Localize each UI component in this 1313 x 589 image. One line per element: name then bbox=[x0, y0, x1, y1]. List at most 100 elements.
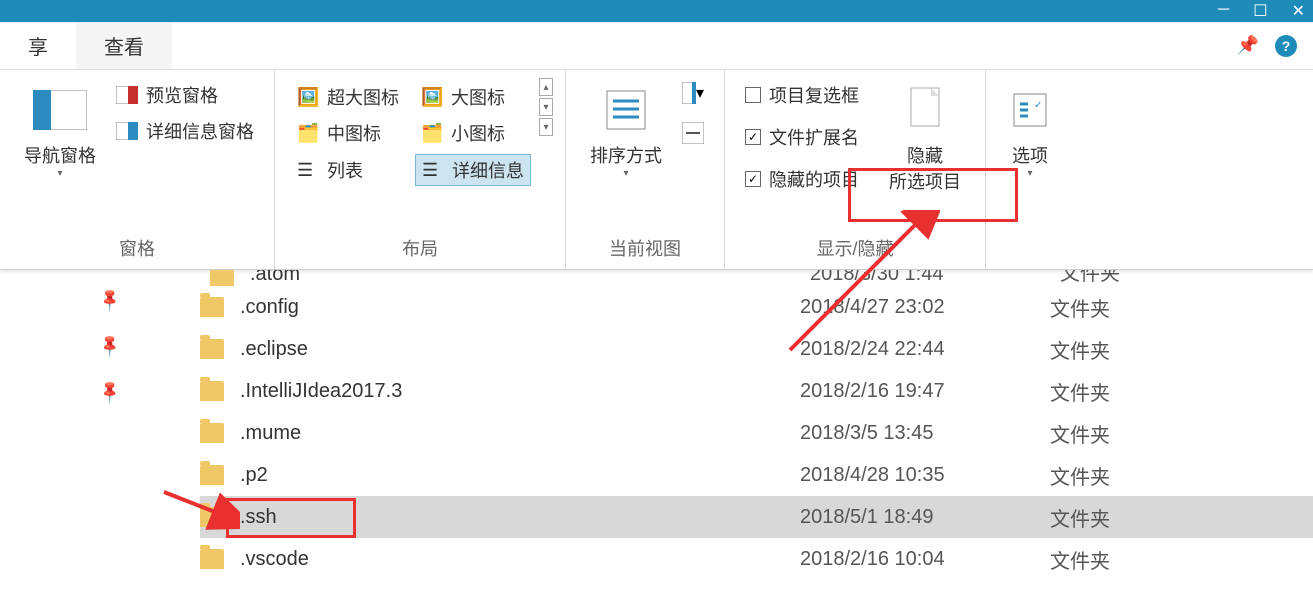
file-row[interactable]: .ssh2018/5/1 18:49文件夹 bbox=[200, 496, 1313, 538]
file-row[interactable]: .mume2018/3/5 13:45文件夹 bbox=[200, 412, 1313, 454]
file-row[interactable]: .IntelliJIdea2017.32018/2/16 19:47文件夹 bbox=[200, 370, 1313, 412]
file-date: 2018/4/28 10:35 bbox=[800, 464, 1050, 487]
ribbon-group-show-hide: 项目复选框 文件扩展名 隐藏的项目 隐藏 所选项目 显示/隐藏 bbox=[725, 70, 986, 269]
file-row[interactable]: .eclipse2018/2/24 22:44文件夹 bbox=[200, 328, 1313, 370]
layout-list[interactable]: ☰列表 bbox=[291, 154, 405, 186]
sort-by-icon bbox=[603, 82, 649, 138]
layout-scroll-up-icon[interactable]: ▴ bbox=[539, 78, 553, 96]
preview-pane-icon bbox=[116, 84, 138, 106]
file-type: 文件夹 bbox=[1060, 270, 1120, 286]
file-date: 2018/3/5 13:45 bbox=[800, 422, 1050, 445]
hide-selected-icon bbox=[905, 82, 945, 138]
file-extensions-toggle[interactable]: 文件扩展名 bbox=[745, 124, 859, 150]
layout-expand-icon[interactable]: ▾ bbox=[539, 118, 553, 136]
file-name: .atom bbox=[250, 270, 810, 286]
folder-icon bbox=[200, 549, 224, 569]
layout-scroll-down-icon[interactable]: ▾ bbox=[539, 98, 553, 116]
hidden-items-toggle[interactable]: 隐藏的项目 bbox=[745, 166, 859, 192]
layout-small-icons[interactable]: 🗂️小图标 bbox=[415, 118, 531, 148]
layout-scroll: ▴ ▾ ▾ bbox=[539, 78, 553, 136]
ribbon-group-label-current: 当前视图 bbox=[578, 227, 712, 269]
navigation-pane-icon bbox=[33, 82, 87, 138]
xl-icons-icon: 🖼️ bbox=[297, 87, 321, 107]
options-button[interactable]: ✓ 选项 ▾ bbox=[998, 78, 1062, 183]
help-icon[interactable]: ? bbox=[1275, 35, 1297, 57]
file-type: 文件夹 bbox=[1050, 293, 1110, 322]
tab-share[interactable]: 享 bbox=[0, 22, 76, 69]
ribbon-group-current-view: 排序方式 ▾ ▾ 当前视图 bbox=[566, 70, 725, 269]
pin-ribbon-icon[interactable]: 📌 bbox=[1237, 35, 1259, 56]
navigation-pane-button[interactable]: 导航窗格 ▾ bbox=[12, 78, 108, 183]
ribbon-group-label-panes: 窗格 bbox=[12, 227, 262, 269]
ribbon-group-panes: 导航窗格 ▾ 预览窗格 详细信息窗格 窗格 bbox=[0, 70, 275, 269]
quick-access-pins: 📌 📌 📌 bbox=[100, 270, 120, 402]
file-type: 文件夹 bbox=[1050, 335, 1110, 364]
list-icon: ☰ bbox=[297, 160, 321, 180]
layout-large-icons[interactable]: 🖼️大图标 bbox=[415, 82, 531, 112]
svg-text:✓: ✓ bbox=[1034, 100, 1042, 111]
layout-details[interactable]: ☰详细信息 bbox=[415, 154, 531, 186]
folder-icon bbox=[210, 270, 234, 286]
file-name: .IntelliJIdea2017.3 bbox=[240, 380, 800, 403]
file-row[interactable]: .p22018/4/28 10:35文件夹 bbox=[200, 454, 1313, 496]
file-date: 2018/3/30 1:44 bbox=[810, 270, 1060, 286]
file-date: 2018/2/24 22:44 bbox=[800, 338, 1050, 361]
checkbox-icon bbox=[745, 87, 761, 103]
folder-icon bbox=[200, 339, 224, 359]
folder-icon bbox=[200, 423, 224, 443]
ribbon-group-label-layout: 布局 bbox=[287, 227, 553, 269]
file-row[interactable]: .config2018/4/27 23:02文件夹 bbox=[200, 286, 1313, 328]
file-name: .mume bbox=[240, 422, 800, 445]
pin-icon[interactable]: 📌 bbox=[96, 286, 124, 314]
layout-medium-icons[interactable]: 🗂️中图标 bbox=[291, 118, 405, 148]
pin-icon[interactable]: 📌 bbox=[96, 332, 124, 360]
close-icon[interactable]: ✕ bbox=[1292, 1, 1305, 21]
sort-by-button[interactable]: 排序方式 ▾ bbox=[578, 78, 674, 183]
file-name: .eclipse bbox=[240, 338, 800, 361]
size-columns-icon[interactable] bbox=[682, 122, 704, 144]
file-date: 2018/5/1 18:49 bbox=[800, 506, 1050, 529]
ribbon: 导航窗格 ▾ 预览窗格 详细信息窗格 窗格 🖼️超大图标 🖼️大图标 � bbox=[0, 70, 1313, 270]
file-date: 2018/4/27 23:02 bbox=[800, 296, 1050, 319]
layout-extra-large-icons[interactable]: 🖼️超大图标 bbox=[291, 82, 405, 112]
folder-icon bbox=[200, 507, 224, 527]
file-name: .p2 bbox=[240, 464, 800, 487]
details-icon: ☰ bbox=[422, 160, 446, 180]
s-icons-icon: 🗂️ bbox=[421, 123, 445, 143]
folder-icon bbox=[200, 297, 224, 317]
window-titlebar: ─ ☐ ✕ bbox=[0, 0, 1313, 22]
minimize-icon[interactable]: ─ bbox=[1218, 1, 1229, 21]
options-icon: ✓ bbox=[1010, 82, 1050, 138]
file-type: 文件夹 bbox=[1050, 461, 1110, 490]
hide-selected-button[interactable]: 隐藏 所选项目 bbox=[877, 78, 973, 198]
file-date: 2018/2/16 19:47 bbox=[800, 380, 1050, 403]
checkbox-checked-icon bbox=[745, 171, 761, 187]
tab-view[interactable]: 查看 bbox=[76, 22, 172, 69]
ribbon-group-options: ✓ 选项 ▾ bbox=[986, 70, 1074, 269]
m-icons-icon: 🗂️ bbox=[297, 123, 321, 143]
file-name: .vscode bbox=[240, 548, 800, 571]
file-type: 文件夹 bbox=[1050, 545, 1110, 574]
file-type: 文件夹 bbox=[1050, 419, 1110, 448]
file-list[interactable]: .atom2018/3/30 1:44文件夹.config2018/4/27 2… bbox=[200, 270, 1313, 580]
preview-pane-button[interactable]: 预览窗格 bbox=[116, 82, 254, 108]
details-pane-button[interactable]: 详细信息窗格 bbox=[116, 118, 254, 144]
details-pane-icon bbox=[116, 120, 138, 142]
folder-icon bbox=[200, 465, 224, 485]
ribbon-group-label-showhide: 显示/隐藏 bbox=[737, 227, 973, 269]
ribbon-group-layout: 🖼️超大图标 🖼️大图标 🗂️中图标 🗂️小图标 ☰列表 ☰详细信息 ▴ ▾ ▾… bbox=[275, 70, 566, 269]
file-type: 文件夹 bbox=[1050, 377, 1110, 406]
maximize-icon[interactable]: ☐ bbox=[1253, 1, 1267, 21]
l-icons-icon: 🖼️ bbox=[421, 87, 445, 107]
checkbox-checked-icon bbox=[745, 129, 761, 145]
file-date: 2018/2/16 10:04 bbox=[800, 548, 1050, 571]
file-view: 📌 📌 📌 .atom2018/3/30 1:44文件夹.config2018/… bbox=[0, 270, 1313, 580]
file-row[interactable]: .atom2018/3/30 1:44文件夹 bbox=[200, 270, 1313, 286]
add-column-icon[interactable]: ▾ bbox=[682, 82, 704, 104]
pin-icon[interactable]: 📌 bbox=[96, 378, 124, 406]
folder-icon bbox=[200, 381, 224, 401]
item-checkboxes-toggle[interactable]: 项目复选框 bbox=[745, 82, 859, 108]
ribbon-tabs: 享 查看 📌 ? bbox=[0, 22, 1313, 70]
file-row[interactable]: .vscode2018/2/16 10:04文件夹 bbox=[200, 538, 1313, 580]
file-name: .ssh bbox=[240, 506, 800, 529]
